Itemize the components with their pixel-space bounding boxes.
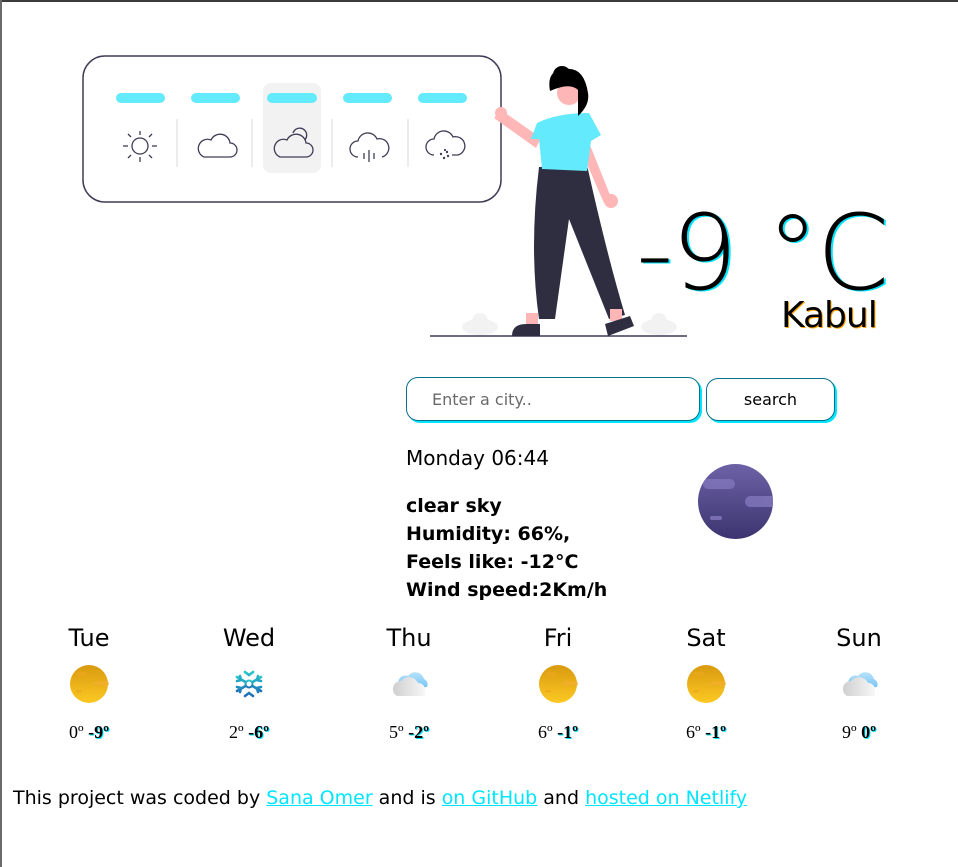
current-datetime: Monday 06:44 <box>406 446 549 470</box>
card-bar <box>267 93 317 103</box>
feels-like: Feels like: -12°C <box>406 551 579 573</box>
forecast-max: 5º <box>388 722 404 742</box>
cloud-icon <box>839 664 879 704</box>
footer-text: and is <box>372 787 442 809</box>
weather-illustration <box>82 55 687 337</box>
forecast-day: Tue 0º -9º <box>29 622 149 743</box>
search-button[interactable]: search <box>706 378 835 421</box>
forecast-day: Sun 9º 0º <box>799 622 919 743</box>
forecast-min: -2º <box>408 722 430 742</box>
forecast-max: 9º <box>841 722 857 742</box>
forecast-min: -1º <box>557 722 579 742</box>
weather-card-panel <box>82 55 502 203</box>
author-link[interactable]: Sana Omer <box>266 787 372 809</box>
snowflake-icon <box>229 664 269 704</box>
forecast-temps: 0º -9º <box>29 721 149 743</box>
netlify-link[interactable]: hosted on Netlify <box>585 787 747 809</box>
window-top-border <box>0 0 958 2</box>
cloud-icon <box>389 664 429 704</box>
forecast-temps: 2º -6º <box>189 721 309 743</box>
forecast-min: -9º <box>88 722 110 742</box>
forecast-min: -1º <box>705 722 727 742</box>
forecast-day-name: Fri <box>543 624 573 652</box>
forecast-max: 2º <box>228 722 244 742</box>
forecast-day: Wed 2º -6º <box>189 622 309 743</box>
forecast-day: Fri 6º -1º <box>498 622 618 743</box>
forecast-max: 6º <box>685 722 701 742</box>
forecast-day-name: Wed <box>222 624 276 652</box>
forecast-max: 0º <box>68 722 84 742</box>
moon-night-icon <box>698 464 773 539</box>
wind-speed: Wind speed:2Km/h <box>406 579 608 601</box>
humidity: Humidity: 66%, <box>406 523 571 545</box>
forecast-row: Tue 0º -9º Wed 2º -6º Thu 5º -2º Fri 6º … <box>0 622 958 752</box>
forecast-day-name: Tue <box>68 624 110 652</box>
forecast-temps: 6º -1º <box>498 721 618 743</box>
weather-details: clear sky Humidity: 66%, Feels like: -12… <box>406 492 607 604</box>
forecast-day-name: Thu <box>386 624 432 652</box>
forecast-max: 6º <box>537 722 553 742</box>
footer-text: and <box>537 787 586 809</box>
forecast-temps: 9º 0º <box>799 721 919 743</box>
footer-text: This project was coded by <box>13 787 267 809</box>
footer: This project was coded by Sana Omer and … <box>13 785 747 811</box>
forecast-day-name: Sat <box>686 624 726 652</box>
forecast-min: 0º <box>861 722 877 742</box>
city-name: Kabul <box>781 295 878 336</box>
card-bar <box>343 93 392 103</box>
forecast-day: Sat 6º -1º <box>646 622 766 743</box>
weather-description: clear sky <box>406 495 502 517</box>
github-link[interactable]: on GitHub <box>442 787 538 809</box>
sun-icon <box>686 664 726 704</box>
sun-icon <box>69 664 109 704</box>
card-bar <box>418 93 467 103</box>
card-bar <box>191 93 240 103</box>
city-search-input[interactable] <box>406 377 700 421</box>
forecast-min: -6º <box>248 722 270 742</box>
forecast-day-name: Sun <box>836 624 882 652</box>
forecast-temps: 6º -1º <box>646 721 766 743</box>
card-bar <box>116 93 165 103</box>
forecast-day: Thu 5º -2º <box>349 622 469 743</box>
forecast-temps: 5º -2º <box>349 721 469 743</box>
sun-icon <box>538 664 578 704</box>
